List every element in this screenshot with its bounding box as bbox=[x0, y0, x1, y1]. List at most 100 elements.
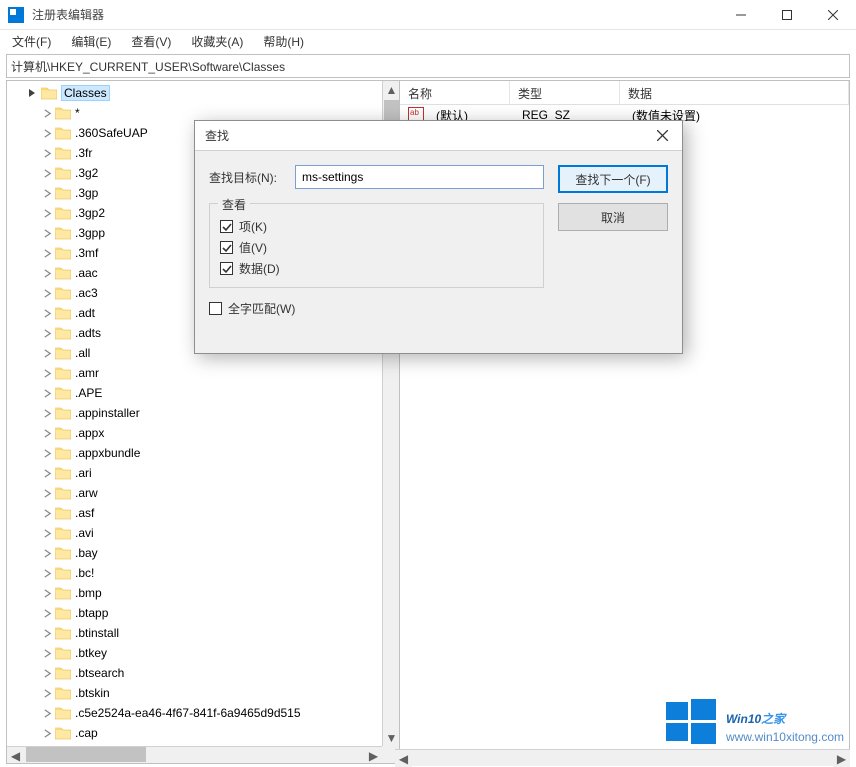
tree-item-label: .appxbundle bbox=[75, 446, 140, 460]
tree-item[interactable]: .amr bbox=[41, 363, 399, 383]
expand-icon[interactable] bbox=[41, 447, 53, 459]
expand-icon[interactable] bbox=[41, 727, 53, 739]
checkbox-whole-word[interactable] bbox=[209, 302, 222, 315]
header-name[interactable]: 名称 bbox=[400, 81, 510, 104]
scroll-left-icon[interactable]: ◀ bbox=[400, 750, 412, 764]
tree-item[interactable]: .cap bbox=[41, 723, 399, 743]
tree-item[interactable]: .arw bbox=[41, 483, 399, 503]
tree-item[interactable]: .btsearch bbox=[41, 663, 399, 683]
window-title: 注册表编辑器 bbox=[32, 6, 718, 23]
expand-icon[interactable] bbox=[41, 467, 53, 479]
menubar: 文件(F) 编辑(E) 查看(V) 收藏夹(A) 帮助(H) bbox=[0, 30, 856, 52]
expand-icon[interactable] bbox=[41, 207, 53, 219]
watermark-brand: Win10之家 bbox=[726, 699, 844, 730]
tree-item[interactable]: .c5e2524a-ea46-4f67-841f-6a9465d9d515 bbox=[41, 703, 399, 723]
scroll-right-icon[interactable]: ▶ bbox=[833, 750, 850, 764]
expand-icon[interactable] bbox=[41, 427, 53, 439]
scroll-thumb-h[interactable] bbox=[26, 747, 146, 762]
minimize-button[interactable] bbox=[718, 0, 764, 30]
checkbox-data-row[interactable]: 数据(D) bbox=[220, 260, 533, 277]
expand-icon[interactable] bbox=[41, 507, 53, 519]
scroll-up-icon[interactable]: ▲ bbox=[383, 81, 400, 98]
tree-item[interactable]: .appinstaller bbox=[41, 403, 399, 423]
expand-icon[interactable] bbox=[41, 347, 53, 359]
tree-item[interactable]: .btinstall bbox=[41, 623, 399, 643]
expand-icon[interactable] bbox=[41, 627, 53, 639]
menu-edit[interactable]: 编辑(E) bbox=[67, 31, 115, 52]
menu-view[interactable]: 查看(V) bbox=[127, 31, 175, 52]
checkbox-whole-row[interactable]: 全字匹配(W) bbox=[209, 300, 544, 317]
address-bar[interactable]: 计算机\HKEY_CURRENT_USER\Software\Classes bbox=[6, 54, 850, 78]
expand-icon[interactable] bbox=[41, 567, 53, 579]
expand-icon[interactable] bbox=[41, 167, 53, 179]
expand-icon[interactable] bbox=[27, 87, 39, 99]
dialog-close-button[interactable] bbox=[642, 121, 682, 151]
checkbox-keys-row[interactable]: 项(K) bbox=[220, 218, 533, 235]
expand-icon[interactable] bbox=[41, 687, 53, 699]
tree-item-label: .btinstall bbox=[75, 626, 119, 640]
cancel-button[interactable]: 取消 bbox=[558, 203, 668, 231]
folder-icon bbox=[55, 206, 71, 220]
scroll-left-icon[interactable]: ◀ bbox=[7, 747, 24, 764]
header-data[interactable]: 数据 bbox=[620, 81, 849, 104]
tree-item[interactable]: .bay bbox=[41, 543, 399, 563]
expand-icon[interactable] bbox=[41, 667, 53, 679]
expand-icon[interactable] bbox=[41, 367, 53, 379]
checkbox-data[interactable] bbox=[220, 262, 233, 275]
tree-item-label: .3gp bbox=[75, 186, 98, 200]
tree-item[interactable]: .avi bbox=[41, 523, 399, 543]
expand-icon[interactable] bbox=[41, 147, 53, 159]
tree-item-label: .adt bbox=[75, 306, 95, 320]
tree-item[interactable]: .appxbundle bbox=[41, 443, 399, 463]
expand-icon[interactable] bbox=[41, 127, 53, 139]
tree-item[interactable]: .btapp bbox=[41, 603, 399, 623]
expand-icon[interactable] bbox=[41, 647, 53, 659]
menu-help[interactable]: 帮助(H) bbox=[259, 31, 308, 52]
expand-icon[interactable] bbox=[41, 487, 53, 499]
watermark-url: www.win10xitong.com bbox=[726, 730, 844, 744]
expand-icon[interactable] bbox=[41, 247, 53, 259]
expand-icon[interactable] bbox=[41, 547, 53, 559]
expand-icon[interactable] bbox=[41, 387, 53, 399]
find-target-label: 查找目标(N): bbox=[209, 169, 295, 186]
tree-item[interactable]: .bmp bbox=[41, 583, 399, 603]
expand-icon[interactable] bbox=[41, 227, 53, 239]
menu-favorites[interactable]: 收藏夹(A) bbox=[187, 31, 247, 52]
tree-item-label: .ari bbox=[75, 466, 92, 480]
tree-item[interactable]: .asf bbox=[41, 503, 399, 523]
tree-item[interactable]: .ari bbox=[41, 463, 399, 483]
expand-icon[interactable] bbox=[41, 107, 53, 119]
tree-item[interactable]: .btskin bbox=[41, 683, 399, 703]
folder-icon bbox=[55, 306, 71, 320]
checkbox-values-row[interactable]: 值(V) bbox=[220, 239, 533, 256]
values-horizontal-scrollbar[interactable]: ◀ ▶ bbox=[400, 749, 850, 764]
cancel-label: 取消 bbox=[601, 209, 625, 226]
tree-item[interactable]: .appx bbox=[41, 423, 399, 443]
expand-icon[interactable] bbox=[41, 307, 53, 319]
checkbox-values[interactable] bbox=[220, 241, 233, 254]
find-next-button[interactable]: 查找下一个(F) bbox=[558, 165, 668, 193]
expand-icon[interactable] bbox=[41, 587, 53, 599]
expand-icon[interactable] bbox=[41, 407, 53, 419]
tree-item[interactable]: .APE bbox=[41, 383, 399, 403]
find-target-input[interactable] bbox=[295, 165, 544, 189]
scroll-down-icon[interactable]: ▼ bbox=[383, 729, 400, 746]
expand-icon[interactable] bbox=[41, 527, 53, 539]
dialog-titlebar[interactable]: 查找 bbox=[195, 121, 682, 151]
expand-icon[interactable] bbox=[41, 267, 53, 279]
header-type[interactable]: 类型 bbox=[510, 81, 620, 104]
expand-icon[interactable] bbox=[41, 327, 53, 339]
scroll-right-icon[interactable]: ▶ bbox=[365, 747, 382, 764]
close-button[interactable] bbox=[810, 0, 856, 30]
tree-item[interactable]: .bc! bbox=[41, 563, 399, 583]
expand-icon[interactable] bbox=[41, 707, 53, 719]
maximize-button[interactable] bbox=[764, 0, 810, 30]
expand-icon[interactable] bbox=[41, 187, 53, 199]
tree-item[interactable]: .btkey bbox=[41, 643, 399, 663]
menu-file[interactable]: 文件(F) bbox=[8, 31, 55, 52]
tree-horizontal-scrollbar[interactable]: ◀ ▶ bbox=[7, 746, 382, 763]
checkbox-keys[interactable] bbox=[220, 220, 233, 233]
expand-icon[interactable] bbox=[41, 287, 53, 299]
tree-root-classes[interactable]: Classes bbox=[7, 83, 399, 103]
expand-icon[interactable] bbox=[41, 607, 53, 619]
